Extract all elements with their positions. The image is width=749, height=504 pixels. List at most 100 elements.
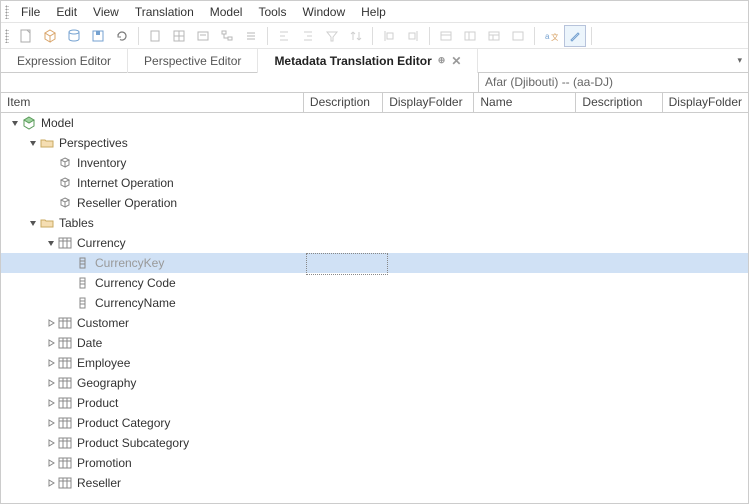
tree-row[interactable]: CurrencyName bbox=[1, 293, 748, 313]
expander-icon[interactable] bbox=[9, 118, 21, 128]
pin-icon[interactable]: ⊕ bbox=[438, 55, 446, 66]
tree-row[interactable]: Promotion bbox=[1, 453, 748, 473]
expander-icon[interactable] bbox=[45, 478, 57, 488]
menu-translation[interactable]: Translation bbox=[127, 3, 202, 21]
tree-row[interactable]: Customer bbox=[1, 313, 748, 333]
indent-left-icon[interactable] bbox=[273, 25, 295, 47]
filter-icon[interactable] bbox=[321, 25, 343, 47]
expander-icon[interactable] bbox=[45, 238, 57, 248]
tree-row[interactable]: Product Subcategory bbox=[1, 433, 748, 453]
grid-column-header: Item Description DisplayFolder Name Desc… bbox=[1, 93, 748, 113]
tree-row[interactable]: Employee bbox=[1, 353, 748, 373]
database-icon[interactable] bbox=[63, 25, 85, 47]
tree-label: Geography bbox=[77, 376, 136, 390]
sort-icon[interactable] bbox=[345, 25, 367, 47]
list-icon[interactable] bbox=[240, 25, 262, 47]
tree-row[interactable]: Perspectives bbox=[1, 133, 748, 153]
panel2-icon[interactable] bbox=[459, 25, 481, 47]
tree-label: Product Category bbox=[77, 416, 170, 430]
col-name[interactable]: Name bbox=[473, 93, 575, 112]
folder-icon bbox=[39, 135, 55, 151]
col-displayfolder-2[interactable]: DisplayFolder bbox=[662, 93, 748, 112]
tab-perspective-editor[interactable]: Perspective Editor bbox=[128, 49, 258, 73]
tree-label: Currency Code bbox=[95, 276, 176, 290]
menu-edit[interactable]: Edit bbox=[48, 3, 85, 21]
table-icon bbox=[57, 395, 73, 411]
menu-view[interactable]: View bbox=[85, 3, 127, 21]
toolbar: a文 bbox=[1, 23, 748, 49]
tree-row[interactable]: Geography bbox=[1, 373, 748, 393]
expander-icon[interactable] bbox=[45, 438, 57, 448]
col-item[interactable]: Item bbox=[1, 93, 303, 112]
tab-metadata-translation-editor[interactable]: Metadata Translation Editor⊕✕ bbox=[258, 49, 478, 73]
tree-row[interactable]: Currency Code bbox=[1, 273, 748, 293]
new-file-icon[interactable] bbox=[15, 25, 37, 47]
grid-icon[interactable] bbox=[168, 25, 190, 47]
menu-window[interactable]: Window bbox=[294, 3, 353, 21]
tree-row[interactable]: CurrencyKey bbox=[1, 253, 748, 273]
col-description-2[interactable]: Description bbox=[575, 93, 661, 112]
persp-icon bbox=[57, 175, 73, 191]
tree-icon[interactable] bbox=[216, 25, 238, 47]
table-icon bbox=[57, 375, 73, 391]
tree-grid[interactable]: Model PerspectivesInventoryInternet Opera… bbox=[1, 113, 748, 503]
tab-bar: Expression EditorPerspective EditorMetad… bbox=[1, 49, 748, 73]
table-icon bbox=[57, 355, 73, 371]
col-description[interactable]: Description bbox=[303, 93, 382, 112]
tree-row[interactable]: Product Category bbox=[1, 413, 748, 433]
expander-icon[interactable] bbox=[27, 138, 39, 148]
tree-row[interactable]: Inventory bbox=[1, 153, 748, 173]
refresh-icon[interactable] bbox=[111, 25, 133, 47]
table-icon bbox=[57, 235, 73, 251]
menu-model[interactable]: Model bbox=[202, 3, 251, 21]
indent-right-icon[interactable] bbox=[297, 25, 319, 47]
tree-row[interactable]: Model bbox=[1, 113, 748, 133]
svg-text:a: a bbox=[545, 32, 550, 41]
edit-mode-icon[interactable] bbox=[564, 25, 586, 47]
panel4-icon[interactable] bbox=[507, 25, 529, 47]
locale-header: Afar (Djibouti) -- (aa-DJ) bbox=[478, 73, 748, 92]
align-right-icon[interactable] bbox=[402, 25, 424, 47]
menu-file[interactable]: File bbox=[13, 3, 48, 21]
tree-label: Employee bbox=[77, 356, 130, 370]
translate-icon[interactable]: a文 bbox=[540, 25, 562, 47]
tree-label: Model bbox=[41, 116, 74, 130]
tree-label: CurrencyName bbox=[95, 296, 176, 310]
tree-label: Currency bbox=[77, 236, 126, 250]
tree-row[interactable]: Product bbox=[1, 393, 748, 413]
menu-tools[interactable]: Tools bbox=[250, 3, 294, 21]
menu-help[interactable]: Help bbox=[353, 3, 394, 21]
expander-icon[interactable] bbox=[45, 338, 57, 348]
expander-icon[interactable] bbox=[45, 358, 57, 368]
panel3-icon[interactable] bbox=[483, 25, 505, 47]
tree-row[interactable]: Currency bbox=[1, 233, 748, 253]
tab-overflow-icon[interactable]: ▾ bbox=[737, 55, 742, 66]
tab-label: Expression Editor bbox=[17, 54, 111, 68]
panel1-icon[interactable] bbox=[435, 25, 457, 47]
expander-icon[interactable] bbox=[45, 418, 57, 428]
align-left-icon[interactable] bbox=[378, 25, 400, 47]
script-icon[interactable] bbox=[192, 25, 214, 47]
col-displayfolder[interactable]: DisplayFolder bbox=[382, 93, 473, 112]
svg-text:文: 文 bbox=[551, 32, 558, 42]
menu-bar: FileEditViewTranslationModelToolsWindowH… bbox=[1, 1, 748, 23]
close-icon[interactable]: ✕ bbox=[451, 54, 461, 68]
doc-icon[interactable] bbox=[144, 25, 166, 47]
tree-label: Customer bbox=[77, 316, 129, 330]
cube-icon[interactable] bbox=[39, 25, 61, 47]
tree-row[interactable]: Reseller bbox=[1, 473, 748, 493]
tree-row[interactable]: Internet Operation bbox=[1, 173, 748, 193]
save-icon[interactable] bbox=[87, 25, 109, 47]
expander-icon[interactable] bbox=[45, 318, 57, 328]
table-icon bbox=[57, 335, 73, 351]
expander-icon[interactable] bbox=[45, 398, 57, 408]
expander-icon[interactable] bbox=[45, 458, 57, 468]
expander-icon[interactable] bbox=[27, 218, 39, 228]
expander-icon[interactable] bbox=[45, 378, 57, 388]
tree-row[interactable]: Reseller Operation bbox=[1, 193, 748, 213]
grip-icon bbox=[5, 5, 9, 19]
tab-expression-editor[interactable]: Expression Editor bbox=[1, 49, 128, 73]
tree-row[interactable]: Tables bbox=[1, 213, 748, 233]
tree-label: Product Subcategory bbox=[77, 436, 189, 450]
tree-row[interactable]: Date bbox=[1, 333, 748, 353]
